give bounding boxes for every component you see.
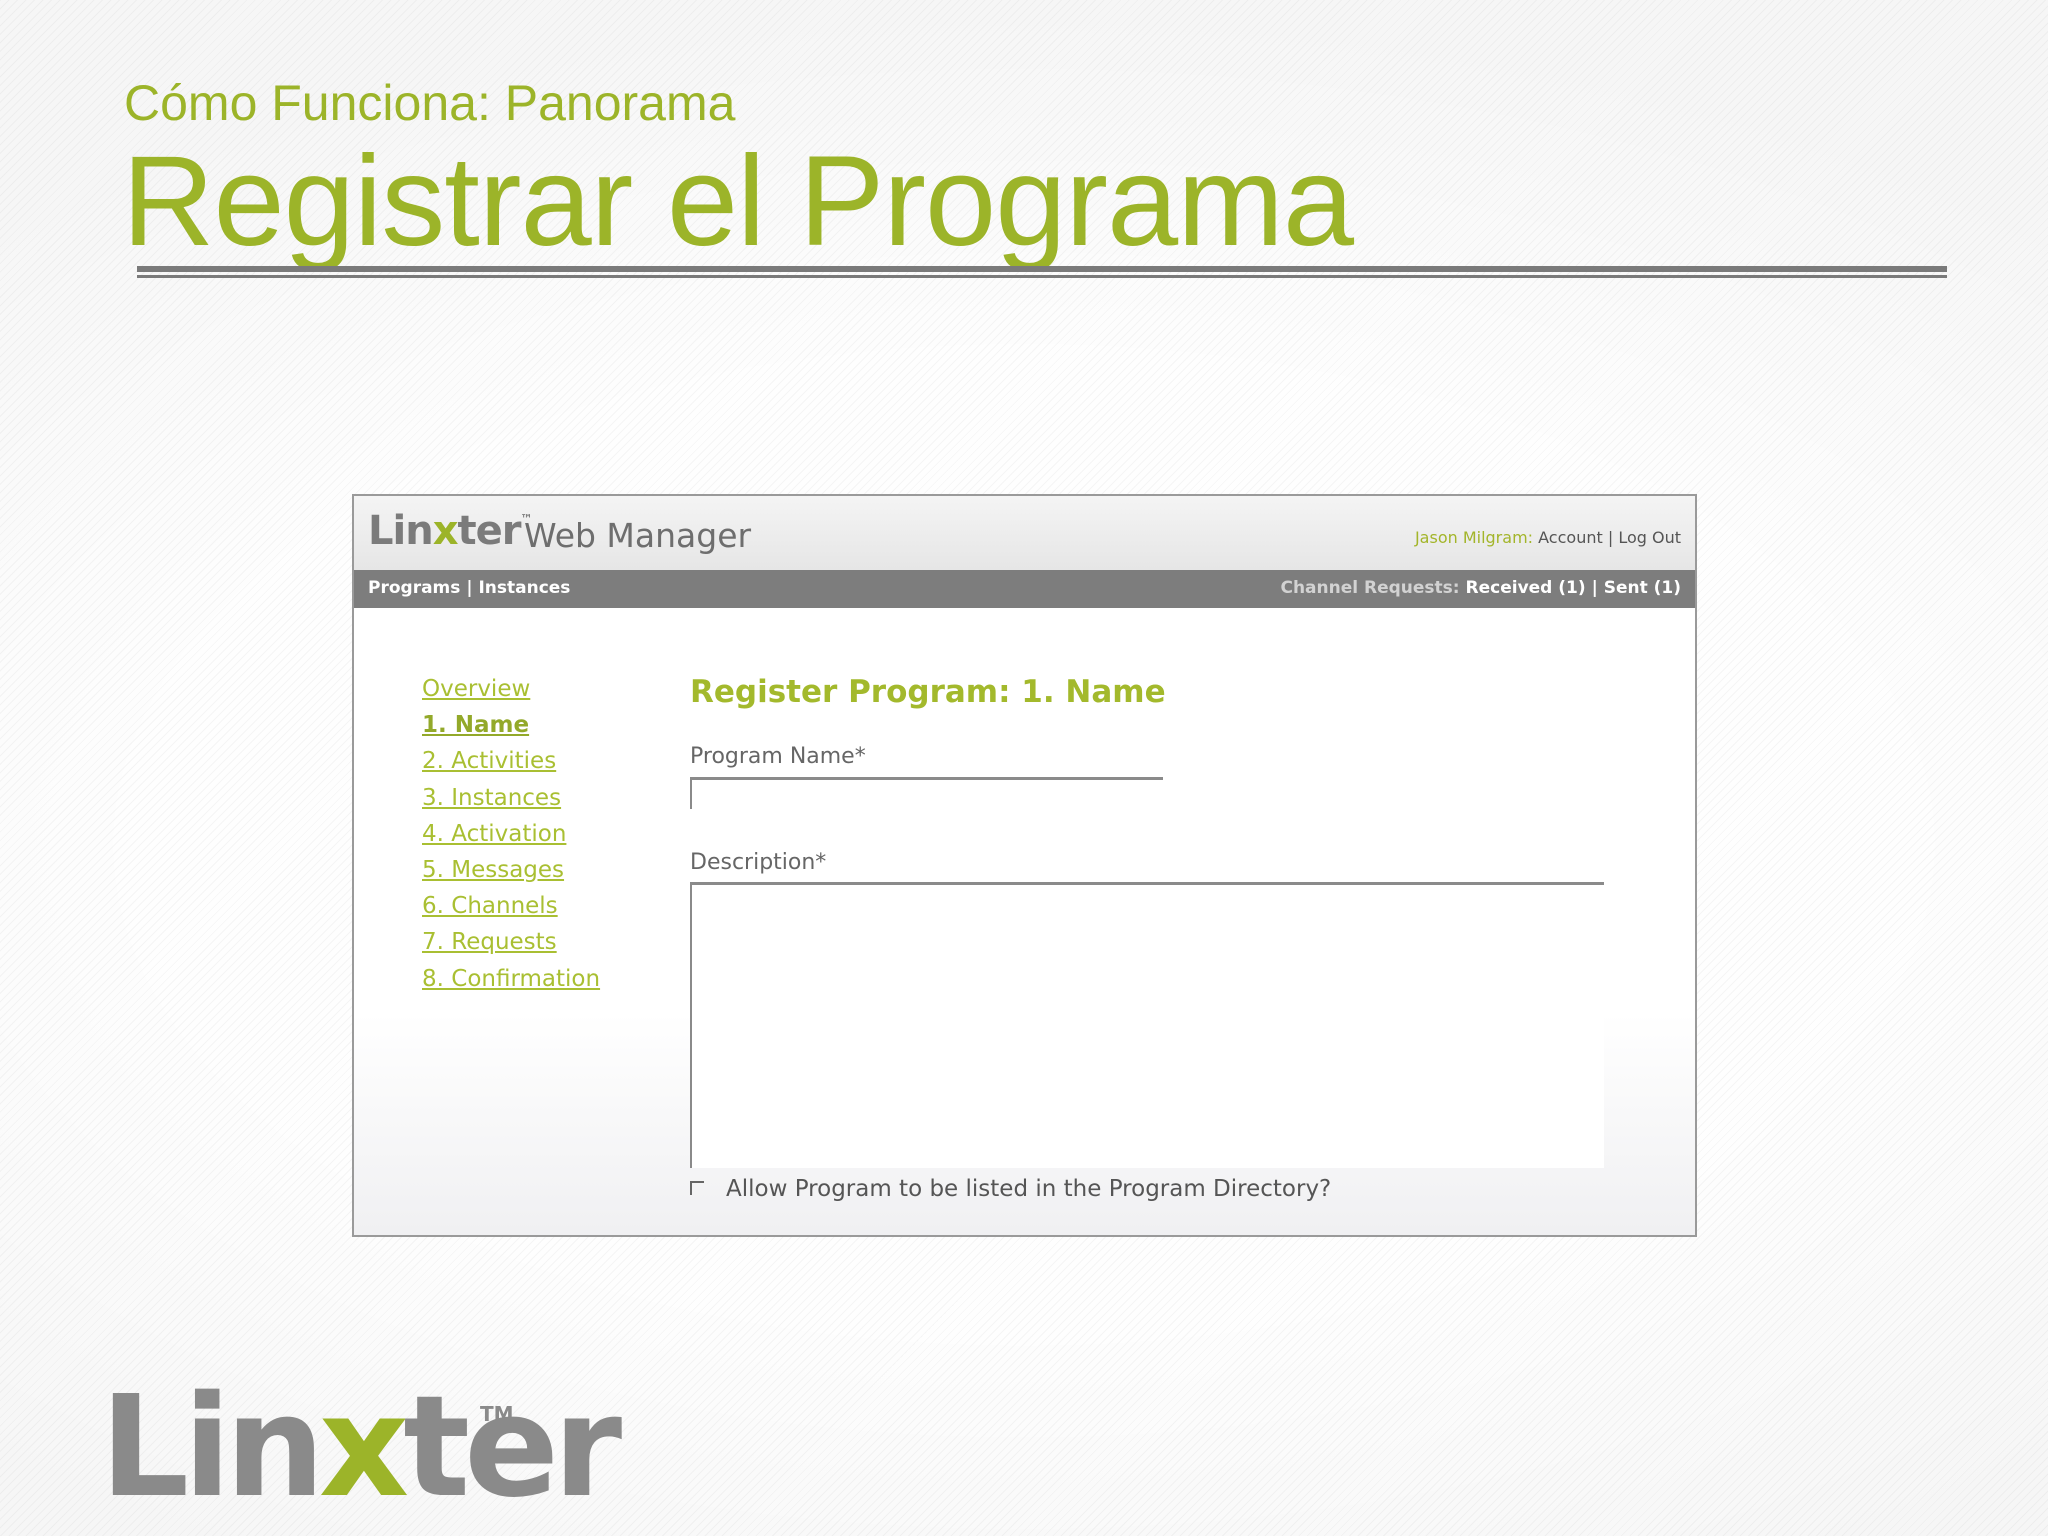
step-item: 1. Name [422,712,600,748]
web-manager-screenshot: Linxter™ Web Manager Jason Milgram: Acco… [352,494,1697,1237]
title-divider [137,266,1947,278]
logo-text-suffix: ter [457,508,522,554]
directory-listing-label: Allow Program to be listed in the Progra… [726,1176,1332,1202]
nav-left: Programs | Instances [368,578,570,598]
step-item: 2. Activities [422,748,600,784]
step-link-activation[interactable]: 4. Activation [422,821,566,847]
nav-instances-link[interactable]: Instances [478,578,570,598]
step-item: 8. Confirmation [422,966,600,1002]
nav-programs-link[interactable]: Programs [368,578,460,598]
program-name-label: Program Name* [690,744,866,769]
step-item: 6. Channels [422,893,600,929]
logo-text-x: x [432,508,459,554]
slide-subtitle: Cómo Funciona: Panorama [124,75,736,131]
step-link-activities[interactable]: 2. Activities [422,748,556,774]
web-manager-header: Linxter™ Web Manager Jason Milgram: Acco… [354,496,1695,570]
step-item: 4. Activation [422,821,600,857]
nav-right: Channel Requests: Received (1) | Sent (1… [1280,578,1681,598]
web-manager-nav: Programs | Instances Channel Requests: R… [354,570,1695,608]
step-link-confirmation[interactable]: 8. Confirmation [422,966,600,992]
brand-text-x: x [318,1366,409,1529]
user-menu: Jason Milgram: Account | Log Out [1415,528,1681,547]
directory-listing-row: Allow Program to be listed in the Progra… [690,1176,1331,1202]
step-link-instances[interactable]: 3. Instances [422,785,561,811]
nav-separator: | [1591,578,1598,598]
slide-title: Registrar el Programa [122,130,1354,273]
program-name-input[interactable] [690,777,1163,809]
step-link-messages[interactable]: 5. Messages [422,857,564,883]
step-link-channels[interactable]: 6. Channels [422,893,558,919]
description-textarea[interactable] [690,882,1604,1168]
directory-listing-checkbox[interactable] [690,1180,704,1195]
brand-text-prefix: Lin [100,1366,325,1529]
requests-sent-link[interactable]: Sent (1) [1604,578,1681,598]
account-link[interactable]: Account [1538,528,1603,547]
step-link-requests[interactable]: 7. Requests [422,929,557,955]
step-link-name[interactable]: 1. Name [422,712,529,738]
registration-steps-nav: Overview 1. Name 2. Activities 3. Instan… [422,676,600,1002]
app-name: Web Manager [524,516,752,555]
step-item: Overview [422,676,600,712]
form-title: Register Program: 1. Name [690,674,1166,710]
brand-text-suffix: ter [403,1366,622,1529]
logo-text-prefix: Lin [368,508,434,554]
logout-link[interactable]: Log Out [1618,528,1681,547]
step-link-overview[interactable]: Overview [422,676,530,702]
user-menu-separator: | [1607,528,1614,547]
linxter-logo: Linxter [100,1378,622,1518]
web-manager-logo[interactable]: Linxter™ [368,508,532,554]
brand-trademark: TM [480,1402,514,1426]
step-item: 3. Instances [422,785,600,821]
channel-requests-label: Channel Requests: [1280,578,1460,598]
nav-separator: | [466,578,473,598]
description-label: Description* [690,850,827,875]
step-item: 7. Requests [422,929,600,965]
requests-received-link[interactable]: Received (1) [1466,578,1586,598]
step-item: 5. Messages [422,857,600,893]
user-name: Jason Milgram: [1414,528,1534,547]
